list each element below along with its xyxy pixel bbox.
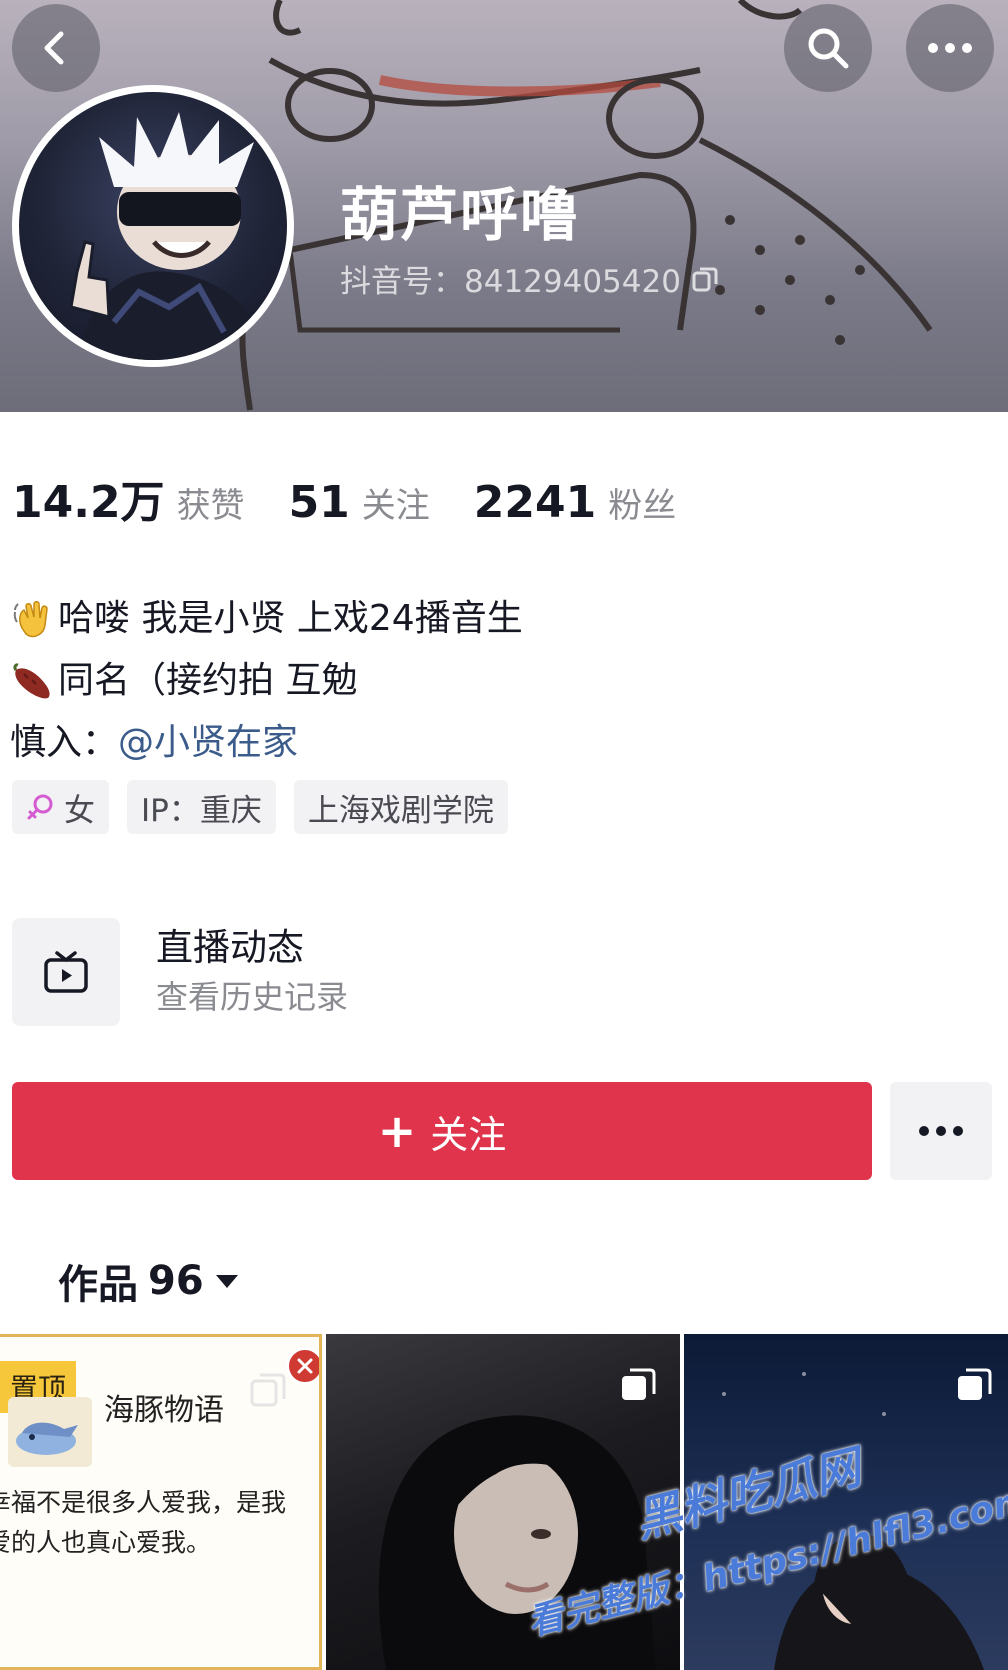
stat-following-label: 关注	[361, 486, 430, 526]
stat-following-value: 51	[288, 477, 350, 528]
dolphin-thumbnail	[8, 1397, 92, 1467]
stat-likes-label: 获赞	[176, 486, 245, 526]
female-icon	[27, 794, 53, 820]
mention-link[interactable]: @小贤在家	[118, 712, 298, 774]
gender-tag-label: 女	[64, 792, 95, 829]
sweet-potato-icon	[10, 658, 56, 704]
video-card-2[interactable]	[326, 1334, 680, 1670]
stat-followers-label: 粉丝	[608, 486, 677, 526]
profile-tags: 女 IP：重庆 上海戏剧学院	[12, 780, 508, 834]
ip-location-tag: IP：重庆	[127, 780, 276, 834]
close-icon	[286, 1347, 319, 1385]
douyin-id-text: 抖音号：84129405420	[340, 264, 681, 300]
tab-works[interactable]: 作品 96	[58, 1252, 240, 1310]
bio-line-1: 哈喽 我是小贤 上戏24播音生	[10, 588, 523, 650]
multi-image-icon	[250, 1373, 286, 1407]
bio-line-2: 同名（接约拍 互勉	[10, 650, 523, 712]
ip-location-label: IP：重庆	[141, 792, 262, 829]
live-title: 直播动态	[156, 926, 304, 969]
live-subtitle: 查看历史记录	[156, 978, 349, 1016]
more-dots-icon	[919, 1126, 963, 1136]
douyin-id[interactable]: 抖音号：84129405420	[340, 256, 719, 301]
card-quote: 幸福不是很多人爱我，是我 爱的人也真心爱我。	[0, 1483, 318, 1563]
follow-button[interactable]: + 关注	[12, 1082, 872, 1180]
card-quote-line-1: 幸福不是很多人爱我，是我	[0, 1488, 287, 1517]
more-dots-icon	[928, 43, 972, 53]
search-button[interactable]	[784, 4, 872, 92]
profile-bio: 哈喽 我是小贤 上戏24播音生 同名（接约拍 互勉 慎入： @小贤在家	[10, 588, 523, 774]
copy-icon[interactable]	[691, 265, 719, 293]
chevron-left-icon	[44, 31, 64, 65]
bio-text-3: 慎入：	[10, 722, 119, 763]
live-icon-box	[12, 918, 120, 1026]
profile-name: 葫芦呼噜	[340, 181, 581, 249]
bio-text-1: 哈喽 我是小贤 上戏24播音生	[58, 598, 523, 639]
stat-likes-value: 14.2万	[12, 477, 165, 528]
works-count: 96	[148, 1258, 204, 1304]
live-history-entry[interactable]: 直播动态 查看历史记录	[12, 918, 348, 1026]
back-button[interactable]	[12, 4, 100, 92]
search-icon	[808, 28, 849, 69]
follow-more-button[interactable]	[890, 1082, 992, 1180]
bio-text-2: 同名（接约拍 互勉	[58, 660, 358, 701]
more-options-button[interactable]	[906, 4, 994, 92]
caret-down-icon	[215, 1275, 238, 1288]
card-quote-line-2: 爱的人也真心爱我。	[0, 1528, 212, 1557]
profile-stats: 14.2万 获赞 51 关注 2241 粉丝	[12, 466, 720, 530]
multi-image-icon	[622, 1368, 656, 1400]
video-card-pinned[interactable]: 置顶 海豚物语 幸福不是很多人爱我，是我 爱的人也真心爱我。	[0, 1334, 322, 1670]
stat-followers[interactable]: 2241 粉丝	[474, 477, 676, 528]
follow-button-label: 关注	[430, 1112, 507, 1157]
avatar[interactable]	[12, 85, 294, 367]
waving-hand-icon	[10, 596, 56, 642]
tv-icon	[44, 951, 88, 993]
school-tag-label: 上海戏剧学院	[307, 792, 494, 829]
profile-header: 葫芦呼噜 抖音号：84129405420	[0, 0, 1008, 412]
school-tag[interactable]: 上海戏剧学院	[293, 780, 508, 834]
live-text: 直播动态 查看历史记录	[156, 924, 348, 1020]
gender-tag: 女	[12, 780, 109, 834]
stat-following[interactable]: 51 关注	[289, 477, 430, 528]
works-tab-label: 作品	[58, 1262, 138, 1308]
card-title: 海豚物语	[104, 1393, 224, 1428]
stat-followers-value: 2241	[473, 477, 597, 528]
works-grid: 置顶 海豚物语 幸福不是很多人爱我，是我 爱的人也真心爱我。	[0, 1334, 1008, 1670]
video-card-3[interactable]	[684, 1334, 1008, 1670]
plus-icon: +	[377, 1104, 417, 1158]
stat-likes[interactable]: 14.2万 获赞	[12, 466, 245, 530]
multi-image-icon	[958, 1368, 992, 1400]
avatar-image	[69, 112, 269, 360]
bio-line-3: 慎入： @小贤在家	[10, 712, 523, 774]
